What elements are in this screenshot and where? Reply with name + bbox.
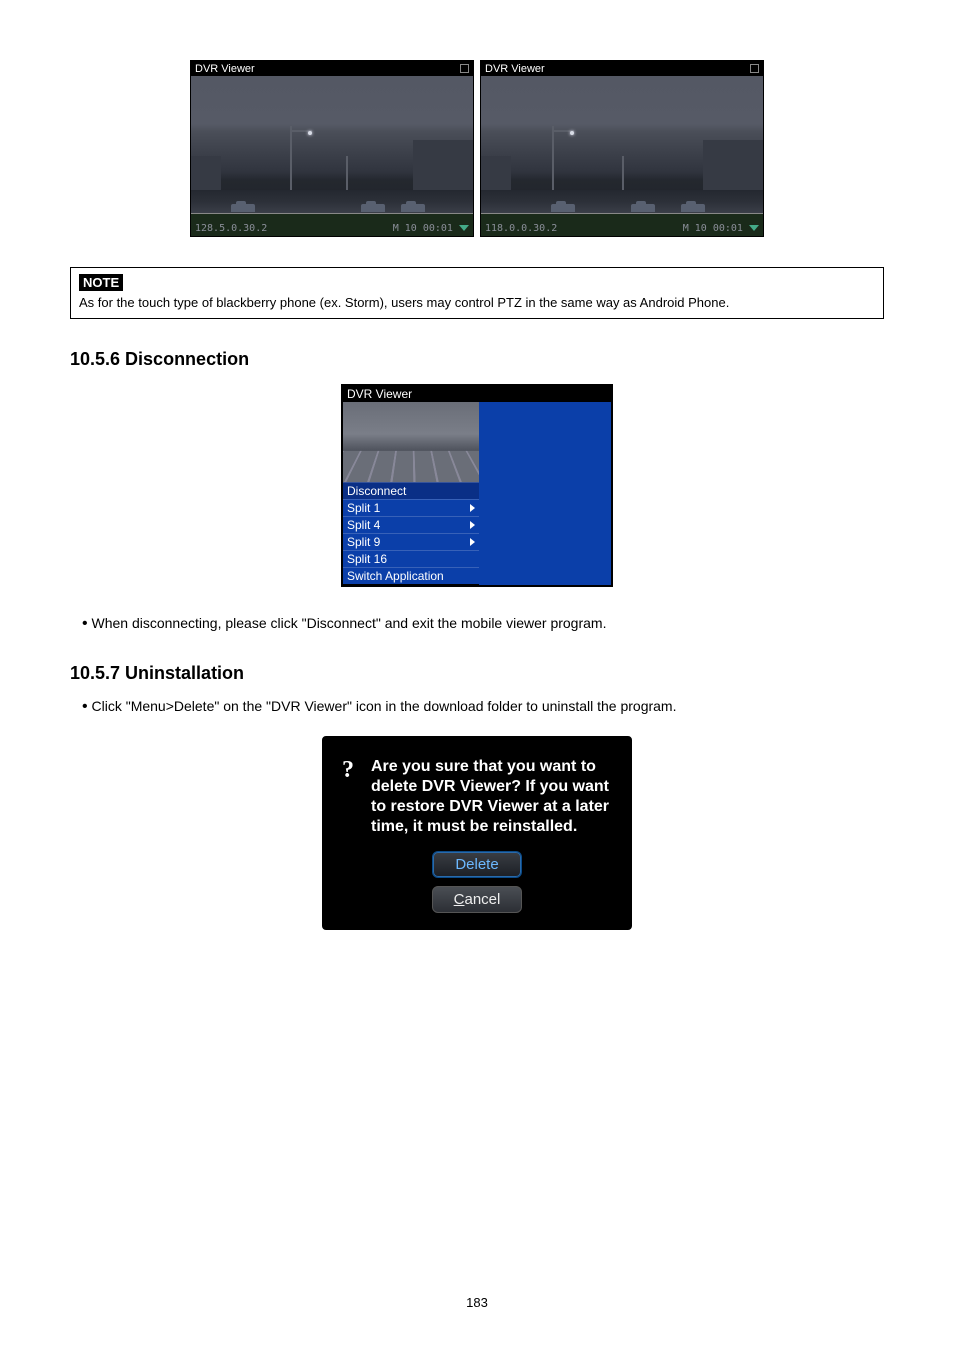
menu-item-disconnect[interactable]: Disconnect [343,482,479,499]
note-box: NOTE As for the touch type of blackberry… [70,267,884,319]
camera-time: M 10 00:01 [683,223,743,234]
menu-item-label: Split 4 [347,518,380,532]
note-text: As for the touch type of blackberry phon… [79,295,875,310]
camera-feed-right: 118.0.0.30.2 M 10 00:01 [481,76,763,236]
confirm-dialog: ? Are you sure that you want to delete D… [322,736,632,930]
cancel-accel: C [454,891,465,908]
menu-item-split4[interactable]: Split 4 [343,516,479,533]
dvr-window-right: DVR Viewer 118.0.0.30.2 M 10 00:01 [480,60,764,237]
delete-button[interactable]: Delete [432,851,522,878]
submenu-arrow-icon [470,504,475,512]
submenu-arrow-icon [470,521,475,529]
section-heading-uninstallation: 10.5.7 Uninstallation [70,663,884,684]
page-number: 183 [0,1295,954,1310]
bullet-icon: • [82,698,88,715]
cancel-button[interactable]: Cancel [432,886,522,913]
bullet-icon: • [82,615,88,632]
menu-item-split1[interactable]: Split 1 [343,499,479,516]
bullet-text: Click "Menu>Delete" on the "DVR Viewer" … [92,698,677,714]
camera-ip: 128.5.0.30.2 [195,223,267,234]
submenu-arrow-icon [470,538,475,546]
camera-time: M 10 00:01 [393,223,453,234]
dialog-message: Are you sure that you want to delete DVR… [371,757,619,837]
dvr-title-text: DVR Viewer [485,63,545,75]
menu-item-split9[interactable]: Split 9 [343,533,479,550]
dvr-window-left: DVR Viewer 128.5.0.30.2 M 10 00:01 [190,60,474,237]
uninstallation-instruction: • Click "Menu>Delete" on the "DVR Viewer… [82,698,884,716]
dvr-menu-list: Disconnect Split 1 Split 4 Split 9 [343,482,479,585]
menu-item-label: Disconnect [347,484,406,498]
menu-item-split16[interactable]: Split 16 [343,550,479,567]
expand-icon [460,64,469,73]
dvr-menu-screenshot: DVR Viewer Disconnect Split 1 Split 4 [341,384,613,587]
note-label: NOTE [79,274,123,291]
dropdown-icon [749,225,759,231]
dvr-screenshot-pair: DVR Viewer 128.5.0.30.2 M 10 00:01 DVR V… [70,60,884,237]
menu-item-label: Split 16 [347,552,387,566]
disconnection-instruction: • When disconnecting, please click "Disc… [82,615,884,633]
dropdown-icon [459,225,469,231]
dvr-menu-title: DVR Viewer [343,386,611,402]
cancel-rest: ancel [464,891,500,908]
delete-label: Delete [455,856,498,873]
section-heading-disconnection: 10.5.6 Disconnection [70,349,884,370]
menu-thumbnail [343,402,479,482]
menu-empty-pane [479,402,611,585]
menu-item-label: Split 1 [347,501,380,515]
dvr-title-bar: DVR Viewer [481,61,763,76]
menu-item-label: Switch Application [347,569,444,583]
bullet-text: When disconnecting, please click "Discon… [92,615,607,631]
camera-feed-left: 128.5.0.30.2 M 10 00:01 [191,76,473,236]
dvr-title-bar: DVR Viewer [191,61,473,76]
expand-icon [750,64,759,73]
camera-ip: 118.0.0.30.2 [485,223,557,234]
question-icon: ? [335,757,361,783]
menu-item-switch-app[interactable]: Switch Application [343,567,479,585]
dvr-title-text: DVR Viewer [195,63,255,75]
menu-item-label: Split 9 [347,535,380,549]
